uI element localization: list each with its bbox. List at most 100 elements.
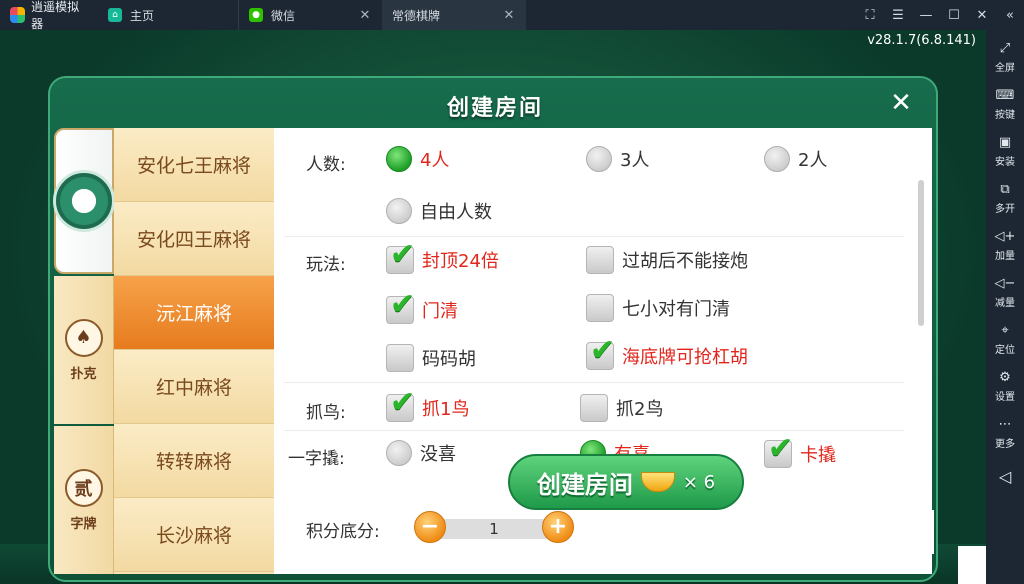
mahjong-icon: ⊕	[53, 170, 115, 232]
scrollbar[interactable]	[918, 180, 924, 326]
minus-button[interactable]: −	[414, 511, 446, 543]
apk-install-icon: ▣	[998, 134, 1012, 150]
divider	[284, 430, 904, 431]
create-room-button[interactable]: 创建房间 × 6	[508, 454, 744, 510]
emulator-version: v28.1.7(6.8.141)	[867, 33, 976, 48]
minimize-icon[interactable]: —	[912, 8, 940, 23]
rule-menqing[interactable]: 门清	[386, 287, 458, 324]
sidebar-item-label: 安装	[995, 156, 1015, 168]
sidebar-item-volume-down[interactable]: ◁− 减量	[986, 269, 1024, 316]
option-label: 抓1鸟	[422, 399, 470, 420]
sidebar-item-label: 减量	[995, 297, 1015, 309]
sidebar-item-fullscreen[interactable]: ⤢ 全屏	[986, 34, 1024, 81]
game-viewport: 创建房间 ✕ ⊕ ♠ 扑克 贰 字牌 安化七王麻将 安化四王麻将 沅江麻将 红中…	[0, 30, 986, 584]
home-icon: ⌂	[108, 8, 122, 22]
close-button[interactable]: ✕	[886, 88, 916, 118]
category-column: ⊕ ♠ 扑克 贰 字牌	[53, 128, 115, 574]
checkbox-checked-icon	[386, 287, 415, 324]
maximize-icon[interactable]: ☐	[940, 8, 968, 23]
tab-wechat[interactable]: ● 微信 ✕	[238, 0, 382, 30]
category-zipai[interactable]: 贰 字牌	[54, 426, 114, 574]
birds-label: 抓鸟:	[306, 403, 346, 423]
category-poker[interactable]: ♠ 扑克	[54, 276, 114, 424]
players-option-free[interactable]: 自由人数	[386, 198, 492, 224]
plus-button[interactable]: +	[542, 511, 574, 543]
close-window-icon[interactable]: ✕	[968, 8, 996, 23]
zipai-icon: 贰	[64, 468, 103, 507]
option-label: 没喜	[420, 444, 456, 465]
radio-selected-icon	[386, 146, 412, 172]
category-label: 字牌	[70, 516, 97, 532]
yizi-label: 一字撬:	[288, 449, 345, 469]
players-option-2[interactable]: 2人	[764, 146, 827, 172]
yizi-option-no-xi[interactable]: 没喜	[386, 440, 456, 466]
radio-icon	[386, 198, 412, 224]
yizi-option-kaqiao[interactable]: 卡撬	[764, 431, 836, 468]
game-item-selected[interactable]: 沅江麻将	[114, 276, 274, 350]
emulator-titlebar: 逍遥模拟器 ⌂ 主页 ● 微信 ✕ 🔒︎ 常德棋牌 ✕ ⛶ ☰ — ☐ ✕ «	[0, 0, 1024, 312]
menu-icon[interactable]: ☰	[884, 8, 912, 23]
checkbox-icon	[586, 294, 614, 322]
sidebar-item-label: 加量	[995, 250, 1015, 262]
sidebar-item-install[interactable]: ▣ 安装	[986, 128, 1024, 175]
option-label: 封顶24倍	[422, 251, 499, 272]
collapse-icon[interactable]: ⛶	[856, 8, 884, 23]
room-cost: × 6	[682, 471, 716, 493]
rule-haidi-qianggang[interactable]: 海底牌可抢杠胡	[586, 333, 748, 370]
score-label: 积分底分:	[306, 522, 380, 542]
multi-open-icon: ⧉	[1000, 181, 1010, 197]
game-item[interactable]: 安化七王麻将	[114, 128, 274, 202]
gear-icon: ⚙	[999, 369, 1011, 385]
tab-game[interactable]: 🔒︎ 常德棋牌 ✕	[382, 0, 526, 312]
more-icon: ⋯	[998, 416, 1012, 432]
dialog-title: 创建房间	[446, 96, 543, 121]
players-label: 人数:	[306, 155, 346, 175]
sidebar-item-keyboard[interactable]: ⌨ 按键	[986, 81, 1024, 128]
bird-option-2[interactable]: 抓2鸟	[580, 394, 663, 422]
keyboard-icon: ⌨	[995, 87, 1015, 103]
create-room-label: 创建房间	[536, 470, 633, 499]
tab-home[interactable]: ⌂ 主页	[98, 0, 238, 30]
option-label: 过胡后不能接炮	[622, 251, 748, 272]
radio-icon	[386, 440, 412, 466]
option-label: 七小对有门清	[622, 299, 730, 320]
location-icon: ⌖	[1001, 322, 1009, 338]
players-option-3[interactable]: 3人	[586, 146, 649, 172]
bird-option-1[interactable]: 抓1鸟	[386, 385, 470, 422]
rule-seven-pairs-menqing[interactable]: 七小对有门清	[586, 294, 730, 322]
volume-up-icon: ◁+	[994, 228, 1016, 244]
option-label: 4人	[420, 150, 450, 171]
game-list: 安化七王麻将 安化四王麻将 沅江麻将 红中麻将 转转麻将 长沙麻将	[114, 128, 274, 574]
sidebar-item-label: 设置	[995, 391, 1015, 403]
rule-cap-24[interactable]: 封顶24倍	[386, 237, 499, 274]
tab-label: 常德棋牌	[392, 8, 441, 23]
tab-label: 微信	[271, 8, 296, 23]
sidebar-item-label: 全屏	[995, 62, 1015, 74]
players-option-4[interactable]: 4人	[386, 146, 449, 172]
option-label: 2人	[798, 150, 828, 171]
close-tab-icon[interactable]: ✕	[358, 8, 372, 23]
option-label: 抓2鸟	[616, 399, 664, 420]
game-item[interactable]: 转转麻将	[114, 424, 274, 498]
sidebar-item-multi-open[interactable]: ⧉ 多开	[986, 175, 1024, 222]
sidebar-item-more[interactable]: ⋯ 更多	[986, 410, 1024, 457]
sidebar-item-settings[interactable]: ⚙ 设置	[986, 363, 1024, 410]
sidebar-item-location[interactable]: ⌖ 定位	[986, 316, 1024, 363]
game-item[interactable]: 长沙麻将	[114, 498, 274, 572]
sidebar-item-label: 更多	[995, 438, 1015, 450]
sidebar-item-volume-up[interactable]: ◁+ 加量	[986, 222, 1024, 269]
game-item[interactable]: 安化四王麻将	[114, 202, 274, 276]
checkbox-icon	[580, 394, 608, 422]
rule-mamahu[interactable]: 码码胡	[386, 344, 476, 372]
sidebar-collapse-icon[interactable]: «	[996, 8, 1024, 23]
close-tab-icon[interactable]: ✕	[502, 8, 516, 23]
back-icon[interactable]: ◁	[999, 467, 1011, 486]
rules-label: 玩法:	[306, 255, 346, 275]
category-mahjong[interactable]: ⊕	[53, 128, 115, 274]
rule-no-pao-after-pass[interactable]: 过胡后不能接炮	[586, 246, 748, 274]
spade-icon: ♠	[64, 318, 103, 357]
score-value: 1	[428, 519, 560, 539]
game-item[interactable]: 红中麻将	[114, 350, 274, 424]
score-stepper[interactable]: 1 − +	[414, 511, 574, 545]
emulator-sidebar: ⤢ 全屏 ⌨ 按键 ▣ 安装 ⧉ 多开 ◁+ 加量 ◁− 减量 ⌖ 定位 ⚙ 设…	[986, 30, 1024, 584]
